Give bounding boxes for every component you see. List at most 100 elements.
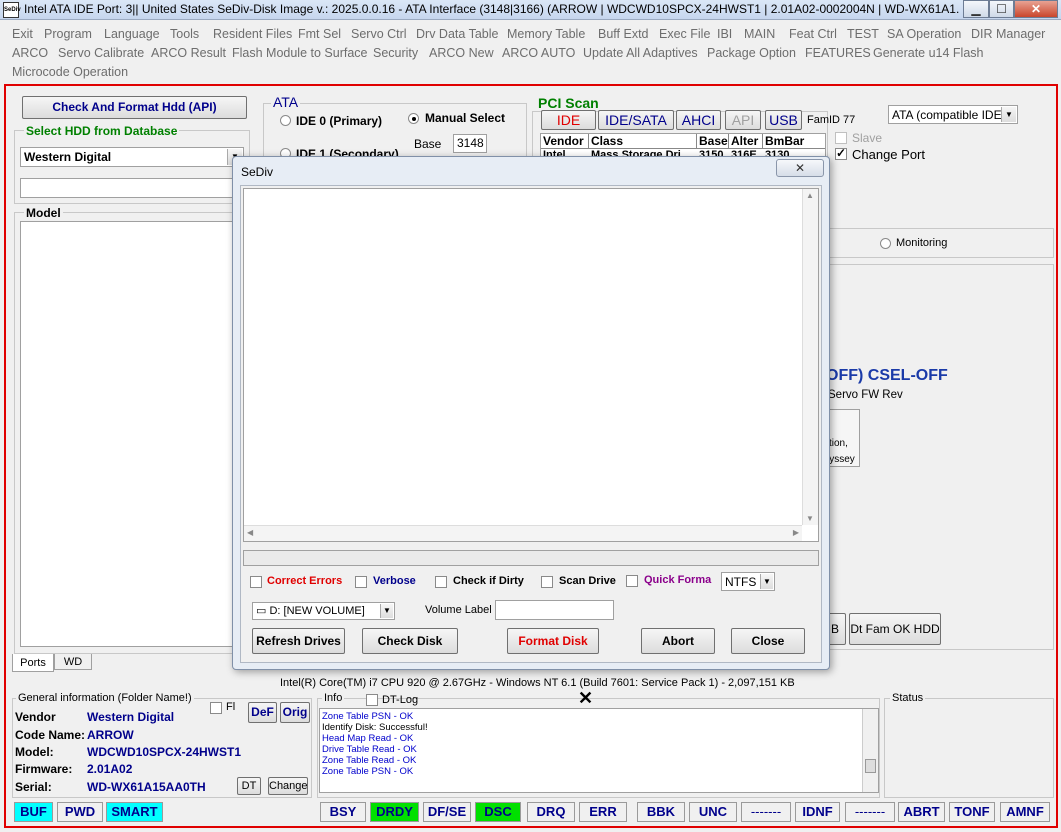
pci-ide-button[interactable]: IDE bbox=[541, 110, 596, 130]
fl-checkbox[interactable] bbox=[210, 702, 222, 714]
model-search-input[interactable] bbox=[20, 178, 244, 198]
menu-arco-result[interactable]: ARCO Result bbox=[151, 46, 226, 60]
status-bbk: BBK bbox=[637, 802, 685, 822]
status-abrt: ABRT bbox=[898, 802, 945, 822]
orig-button[interactable]: Orig bbox=[280, 702, 310, 723]
log-scrollbar[interactable] bbox=[862, 709, 878, 792]
status-err: ERR bbox=[579, 802, 627, 822]
menu-language[interactable]: Language bbox=[104, 27, 160, 41]
menu-tools[interactable]: Tools bbox=[170, 27, 199, 41]
change-button[interactable]: Change bbox=[268, 777, 308, 795]
menu-exit[interactable]: Exit bbox=[12, 27, 33, 41]
pci-idesata-button[interactable]: IDE/SATA bbox=[598, 110, 674, 130]
drive-select[interactable]: ▭ D: [NEW VOLUME] ▼ bbox=[252, 602, 395, 620]
menu-program[interactable]: Program bbox=[44, 27, 92, 41]
menu-resident-files[interactable]: Resident Files bbox=[213, 27, 292, 41]
check-dirty-checkbox[interactable] bbox=[435, 576, 447, 588]
chevron-down-icon: ▼ bbox=[1001, 107, 1016, 122]
horizontal-scrollbar[interactable]: ◀ ▶ bbox=[244, 525, 802, 541]
vendor-label: Vendor bbox=[15, 710, 56, 724]
dialog-close-button[interactable]: ✕ bbox=[776, 159, 824, 177]
volume-label-input[interactable] bbox=[495, 600, 614, 620]
vendor-select[interactable]: Western Digital ▼ bbox=[20, 147, 244, 167]
menu-exec-file[interactable]: Exec File bbox=[659, 27, 710, 41]
close-button[interactable]: ✕ bbox=[1014, 0, 1058, 18]
slave-checkbox[interactable] bbox=[835, 132, 847, 144]
menu-servo-calibrate[interactable]: Servo Calibrate bbox=[58, 46, 144, 60]
menu-features[interactable]: FEATURES bbox=[805, 46, 871, 60]
menu-arco-new[interactable]: ARCO New bbox=[429, 46, 494, 60]
ata-mode-select[interactable]: ATA (compatible IDE) ▼ bbox=[888, 105, 1018, 124]
menu-security[interactable]: Security bbox=[373, 46, 418, 60]
scroll-up-icon[interactable]: ▲ bbox=[806, 191, 814, 200]
menu-generate-u14[interactable]: Generate u14 Flash bbox=[873, 46, 984, 60]
monitoring-radio[interactable] bbox=[880, 238, 891, 249]
menu-arco[interactable]: ARCO bbox=[12, 46, 48, 60]
verbose-checkbox[interactable] bbox=[355, 576, 367, 588]
status-smart: SMART bbox=[106, 802, 163, 822]
scroll-down-icon[interactable]: ▼ bbox=[806, 514, 814, 523]
ide0-radio[interactable] bbox=[280, 115, 291, 126]
menu-sa-operation[interactable]: SA Operation bbox=[887, 27, 961, 41]
status-bsy: BSY bbox=[320, 802, 366, 822]
menu-ibi[interactable]: IBI bbox=[717, 27, 732, 41]
tab-wd[interactable]: WD bbox=[54, 654, 92, 670]
menu-test[interactable]: TEST bbox=[847, 27, 879, 41]
log-line: Zone Table PSN - OK bbox=[322, 711, 414, 722]
menu-buff-extd[interactable]: Buff Extd bbox=[598, 27, 649, 41]
scan-drive-checkbox[interactable] bbox=[541, 576, 553, 588]
app-icon: SeDiv bbox=[3, 2, 21, 18]
info-box-line2: lyssey bbox=[827, 454, 855, 465]
col-base: Base bbox=[699, 134, 729, 148]
menu-servo-ctrl[interactable]: Servo Ctrl bbox=[351, 27, 407, 41]
pci-api-button[interactable]: API bbox=[725, 110, 761, 130]
menu-update-adaptives[interactable]: Update All Adaptives bbox=[583, 46, 698, 60]
tab-ports[interactable]: Ports bbox=[12, 654, 54, 672]
output-textarea[interactable]: ▲ ▼ ◀ ▶ bbox=[243, 188, 819, 542]
def-button[interactable]: DeF bbox=[248, 702, 277, 723]
dialog-close-btn[interactable]: Close bbox=[731, 628, 805, 654]
abort-button[interactable]: Abort bbox=[641, 628, 715, 654]
maximize-button[interactable]: ☐ bbox=[989, 0, 1014, 18]
status-blank2: ------- bbox=[845, 802, 895, 822]
ata-legend: ATA bbox=[271, 94, 301, 110]
model-list[interactable] bbox=[20, 221, 244, 647]
scroll-left-icon[interactable]: ◀ bbox=[247, 528, 253, 537]
dt-fam-ok-button[interactable]: Dt Fam OK HDD bbox=[849, 613, 941, 645]
status-tonf: TONF bbox=[949, 802, 995, 822]
ide0-label: IDE 0 (Primary) bbox=[296, 114, 383, 128]
correct-errors-checkbox[interactable] bbox=[250, 576, 262, 588]
manual-select-radio[interactable] bbox=[408, 113, 419, 124]
menu-main[interactable]: MAIN bbox=[744, 27, 775, 41]
base-input[interactable]: 3148 bbox=[453, 134, 487, 153]
scroll-thumb[interactable] bbox=[865, 759, 876, 773]
pci-ahci-button[interactable]: AHCI bbox=[676, 110, 721, 130]
menu-dir-manager[interactable]: DIR Manager bbox=[971, 27, 1045, 41]
dt-log-checkbox[interactable] bbox=[366, 694, 378, 706]
pci-usb-button[interactable]: USB bbox=[765, 110, 802, 130]
menu-fmt-sel[interactable]: Fmt Sel bbox=[298, 27, 341, 41]
menu-arco-auto[interactable]: ARCO AUTO bbox=[502, 46, 575, 60]
info-log[interactable]: Zone Table PSN - OK Identify Disk: Succe… bbox=[319, 708, 879, 793]
refresh-drives-button[interactable]: Refresh Drives bbox=[252, 628, 345, 654]
menu-feat-ctrl[interactable]: Feat Ctrl bbox=[789, 27, 837, 41]
quick-format-checkbox[interactable] bbox=[626, 575, 638, 587]
model-label: Model: bbox=[15, 745, 54, 759]
menu-package-option[interactable]: Package Option bbox=[707, 46, 796, 60]
menu-memory-table[interactable]: Memory Table bbox=[507, 27, 585, 41]
check-format-button[interactable]: Check And Format Hdd (API) bbox=[22, 96, 247, 119]
minimize-button[interactable]: ▁ bbox=[963, 0, 989, 18]
format-disk-button[interactable]: Format Disk bbox=[507, 628, 599, 654]
filesystem-select[interactable]: NTFS ▼ bbox=[721, 572, 775, 591]
check-disk-button[interactable]: Check Disk bbox=[362, 628, 458, 654]
vertical-scrollbar[interactable]: ▲ ▼ bbox=[802, 189, 818, 525]
menu-microcode[interactable]: Microcode Operation bbox=[12, 65, 128, 79]
correct-errors-label: Correct Errors bbox=[267, 575, 343, 587]
menu-drv-data-table[interactable]: Drv Data Table bbox=[416, 27, 498, 41]
change-port-checkbox[interactable] bbox=[835, 146, 847, 160]
close-icon[interactable]: ✕ bbox=[578, 688, 593, 709]
code-name-value: ARROW bbox=[87, 728, 134, 742]
dt-button[interactable]: DT bbox=[237, 777, 261, 795]
menu-flash-module[interactable]: Flash Module to Surface bbox=[232, 46, 368, 60]
scroll-right-icon[interactable]: ▶ bbox=[793, 528, 799, 537]
